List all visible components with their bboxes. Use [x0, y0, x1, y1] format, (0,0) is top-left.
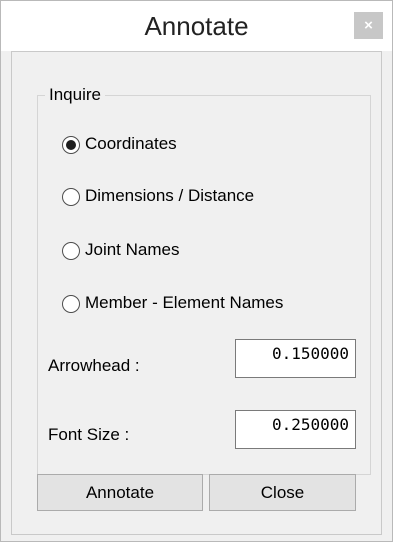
radio-button-joint-names[interactable]: [62, 242, 80, 260]
close-window-button[interactable]: ×: [354, 12, 383, 39]
radio-button-dimensions-distance[interactable]: [62, 188, 80, 206]
radio-label-dimensions-distance[interactable]: Dimensions / Distance: [85, 186, 254, 206]
title-bar[interactable]: Annotate ×: [1, 1, 392, 51]
radio-button-member-element-names[interactable]: [62, 295, 80, 313]
arrowhead-input[interactable]: [235, 339, 356, 378]
font-size-input[interactable]: [235, 410, 356, 449]
annotate-button[interactable]: Annotate: [37, 474, 203, 511]
radio-button-coordinates[interactable]: [62, 136, 80, 154]
radio-selected-dot: [66, 140, 76, 150]
radio-label-member-element-names[interactable]: Member - Element Names: [85, 293, 283, 313]
radio-label-joint-names[interactable]: Joint Names: [85, 240, 179, 260]
arrowhead-label: Arrowhead :: [48, 356, 140, 375]
radio-label-coordinates[interactable]: Coordinates: [85, 134, 177, 154]
close-button[interactable]: Close: [209, 474, 356, 511]
font-size-label: Font Size :: [48, 425, 130, 444]
inquire-group-label: Inquire: [45, 85, 105, 105]
close-icon: ×: [364, 17, 373, 34]
window-title: Annotate: [144, 11, 249, 41]
